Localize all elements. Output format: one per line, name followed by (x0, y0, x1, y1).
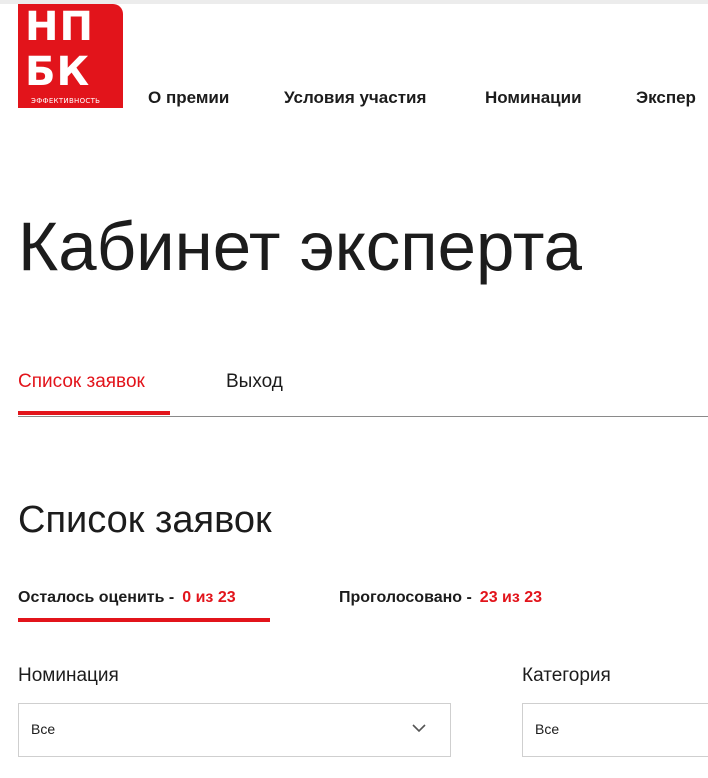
nomination-select-value: Все (31, 721, 56, 737)
filter-remaining-count: 0 из 23 (182, 589, 236, 606)
nomination-label: Номинация (18, 665, 119, 686)
section-title: Список заявок (18, 499, 272, 541)
nav-item-experts[interactable]: Экспер (636, 88, 696, 108)
nomination-select[interactable]: Все (18, 703, 451, 757)
active-tab-indicator (18, 411, 170, 415)
nav-item-nominations[interactable]: Номинации (485, 88, 582, 108)
filter-remaining[interactable]: Осталось оценить - 0 из 23 (18, 589, 236, 607)
category-select[interactable]: Все (522, 703, 708, 757)
filter-voted-label: Проголосовано - (339, 589, 472, 606)
filter-voted[interactable]: Проголосовано - 23 из 23 (339, 589, 542, 607)
category-select-value: Все (535, 721, 560, 737)
logo-line-1: НП (25, 4, 94, 50)
chevron-down-icon (412, 724, 426, 733)
filter-voted-count: 23 из 23 (479, 589, 543, 606)
site-header: НП БК ЭФФЕКТИВНОСТЬ О премии Условия уча… (0, 0, 708, 120)
nav-item-about[interactable]: О премии (148, 88, 229, 108)
active-filter-indicator (18, 618, 270, 622)
logo-line-2: БК (25, 49, 91, 95)
tab-logout[interactable]: Выход (226, 370, 283, 394)
logo[interactable]: НП БК ЭФФЕКТИВНОСТЬ (18, 4, 123, 108)
nav-item-conditions[interactable]: Условия участия (284, 88, 426, 108)
logo-subtitle: ЭФФЕКТИВНОСТЬ (31, 97, 101, 105)
tab-applications-list[interactable]: Список заявок (18, 370, 145, 394)
page-title: Кабинет эксперта (18, 208, 583, 285)
filter-remaining-label: Осталось оценить - (18, 589, 175, 606)
category-label: Категория (522, 665, 611, 686)
cabinet-tabs: Список заявок Выход (18, 370, 708, 417)
